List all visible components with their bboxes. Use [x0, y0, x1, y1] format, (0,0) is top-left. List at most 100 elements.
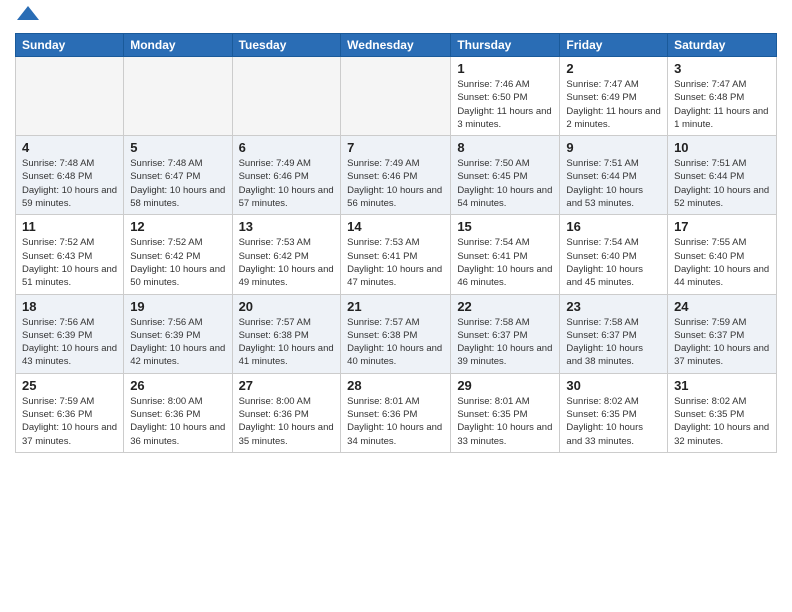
- calendar-page: SundayMondayTuesdayWednesdayThursdayFrid…: [0, 0, 792, 612]
- day-number: 27: [239, 378, 335, 393]
- day-info: Sunrise: 7:59 AM Sunset: 6:37 PM Dayligh…: [674, 316, 770, 369]
- calendar-cell: 8 Sunrise: 7:50 AM Sunset: 6:45 PM Daylig…: [451, 136, 560, 215]
- day-number: 28: [347, 378, 444, 393]
- day-info: Sunrise: 8:00 AM Sunset: 6:36 PM Dayligh…: [239, 395, 335, 448]
- day-number: 24: [674, 299, 770, 314]
- calendar-cell: 28 Sunrise: 8:01 AM Sunset: 6:36 PM Dayli…: [341, 373, 451, 452]
- day-info: Sunrise: 7:57 AM Sunset: 6:38 PM Dayligh…: [239, 316, 335, 369]
- day-number: 14: [347, 219, 444, 234]
- day-number: 12: [130, 219, 225, 234]
- day-number: 21: [347, 299, 444, 314]
- day-info: Sunrise: 8:02 AM Sunset: 6:35 PM Dayligh…: [674, 395, 770, 448]
- calendar-cell: [124, 57, 232, 136]
- calendar-cell: [341, 57, 451, 136]
- calendar-cell: 15Sunrise: 7:54 AM Sunset: 6:41 PM Dayli…: [451, 215, 560, 294]
- day-number: 3: [674, 61, 770, 76]
- calendar-week-row: 4Sunrise: 7:48 AM Sunset: 6:48 PM Daylig…: [16, 136, 777, 215]
- weekday-header-sunday: Sunday: [16, 34, 124, 57]
- weekday-header-wednesday: Wednesday: [341, 34, 451, 57]
- day-info: Sunrise: 8:00 AM Sunset: 6:36 PM Dayligh…: [130, 395, 225, 448]
- weekday-header-monday: Monday: [124, 34, 232, 57]
- day-info: Sunrise: 7:52 AM Sunset: 6:42 PM Dayligh…: [130, 236, 225, 289]
- calendar-week-row: 11 Sunrise: 7:52 AM Sunset: 6:43 PM Dayli…: [16, 215, 777, 294]
- day-number: 26: [130, 378, 225, 393]
- weekday-header-tuesday: Tuesday: [232, 34, 341, 57]
- day-info: Sunrise: 7:57 AM Sunset: 6:38 PM Dayligh…: [347, 316, 444, 369]
- calendar-cell: 26 Sunrise: 8:00 AM Sunset: 6:36 PM Dayli…: [124, 373, 232, 452]
- day-number: 19: [130, 299, 225, 314]
- day-number: 4: [22, 140, 117, 155]
- day-number: 5: [130, 140, 225, 155]
- calendar-cell: 17 Sunrise: 7:55 AM Sunset: 6:40 PM Dayli…: [668, 215, 777, 294]
- day-number: 8: [457, 140, 553, 155]
- day-number: 17: [674, 219, 770, 234]
- day-number: 1: [457, 61, 553, 76]
- calendar-cell: 31 Sunrise: 8:02 AM Sunset: 6:35 PM Dayli…: [668, 373, 777, 452]
- calendar-week-row: 1Sunrise: 7:46 AM Sunset: 6:50 PM Daylig…: [16, 57, 777, 136]
- day-info: Sunrise: 7:53 AM Sunset: 6:42 PM Dayligh…: [239, 236, 335, 289]
- calendar-cell: 13 Sunrise: 7:53 AM Sunset: 6:42 PM Dayli…: [232, 215, 341, 294]
- calendar-cell: 23 Sunrise: 7:58 AM Sunset: 6:37 PM Dayli…: [560, 294, 668, 373]
- day-info: Sunrise: 7:52 AM Sunset: 6:43 PM Dayligh…: [22, 236, 117, 289]
- day-info: Sunrise: 7:51 AM Sunset: 6:44 PM Dayligh…: [674, 157, 770, 210]
- day-info: Sunrise: 7:55 AM Sunset: 6:40 PM Dayligh…: [674, 236, 770, 289]
- day-number: 9: [566, 140, 661, 155]
- day-info: Sunrise: 7:54 AM Sunset: 6:41 PM Dayligh…: [457, 236, 553, 289]
- day-number: 23: [566, 299, 661, 314]
- day-number: 25: [22, 378, 117, 393]
- calendar-cell: 2 Sunrise: 7:47 AM Sunset: 6:49 PM Daylig…: [560, 57, 668, 136]
- day-info: Sunrise: 7:49 AM Sunset: 6:46 PM Dayligh…: [347, 157, 444, 210]
- calendar-week-row: 18Sunrise: 7:56 AM Sunset: 6:39 PM Dayli…: [16, 294, 777, 373]
- day-info: Sunrise: 7:49 AM Sunset: 6:46 PM Dayligh…: [239, 157, 335, 210]
- day-info: Sunrise: 8:01 AM Sunset: 6:36 PM Dayligh…: [347, 395, 444, 448]
- day-info: Sunrise: 7:54 AM Sunset: 6:40 PM Dayligh…: [566, 236, 661, 289]
- logo: [15, 10, 39, 25]
- day-info: Sunrise: 8:01 AM Sunset: 6:35 PM Dayligh…: [457, 395, 553, 448]
- day-number: 2: [566, 61, 661, 76]
- calendar-cell: 25 Sunrise: 7:59 AM Sunset: 6:36 PM Dayli…: [16, 373, 124, 452]
- calendar-week-row: 25 Sunrise: 7:59 AM Sunset: 6:36 PM Dayli…: [16, 373, 777, 452]
- calendar-cell: 4Sunrise: 7:48 AM Sunset: 6:48 PM Daylig…: [16, 136, 124, 215]
- weekday-header-saturday: Saturday: [668, 34, 777, 57]
- day-number: 7: [347, 140, 444, 155]
- calendar-cell: 11 Sunrise: 7:52 AM Sunset: 6:43 PM Dayli…: [16, 215, 124, 294]
- weekday-header-row: SundayMondayTuesdayWednesdayThursdayFrid…: [16, 34, 777, 57]
- day-info: Sunrise: 7:47 AM Sunset: 6:49 PM Dayligh…: [566, 78, 661, 131]
- calendar-cell: 12 Sunrise: 7:52 AM Sunset: 6:42 PM Dayli…: [124, 215, 232, 294]
- calendar-cell: 9 Sunrise: 7:51 AM Sunset: 6:44 PM Daylig…: [560, 136, 668, 215]
- day-number: 30: [566, 378, 661, 393]
- calendar-table: SundayMondayTuesdayWednesdayThursdayFrid…: [15, 33, 777, 453]
- day-number: 22: [457, 299, 553, 314]
- day-number: 6: [239, 140, 335, 155]
- calendar-cell: 10 Sunrise: 7:51 AM Sunset: 6:44 PM Dayli…: [668, 136, 777, 215]
- day-number: 11: [22, 219, 117, 234]
- day-info: Sunrise: 7:58 AM Sunset: 6:37 PM Dayligh…: [566, 316, 661, 369]
- day-info: Sunrise: 7:47 AM Sunset: 6:48 PM Dayligh…: [674, 78, 770, 131]
- calendar-cell: 27 Sunrise: 8:00 AM Sunset: 6:36 PM Dayli…: [232, 373, 341, 452]
- day-info: Sunrise: 7:59 AM Sunset: 6:36 PM Dayligh…: [22, 395, 117, 448]
- calendar-cell: 30 Sunrise: 8:02 AM Sunset: 6:35 PM Dayli…: [560, 373, 668, 452]
- calendar-cell: 22 Sunrise: 7:58 AM Sunset: 6:37 PM Dayli…: [451, 294, 560, 373]
- day-info: Sunrise: 7:51 AM Sunset: 6:44 PM Dayligh…: [566, 157, 661, 210]
- day-number: 16: [566, 219, 661, 234]
- day-number: 31: [674, 378, 770, 393]
- calendar-cell: [16, 57, 124, 136]
- day-info: Sunrise: 8:02 AM Sunset: 6:35 PM Dayligh…: [566, 395, 661, 448]
- day-info: Sunrise: 7:48 AM Sunset: 6:47 PM Dayligh…: [130, 157, 225, 210]
- calendar-cell: [232, 57, 341, 136]
- logo-icon: [17, 6, 39, 25]
- day-number: 20: [239, 299, 335, 314]
- calendar-cell: 29Sunrise: 8:01 AM Sunset: 6:35 PM Dayli…: [451, 373, 560, 452]
- calendar-cell: 7 Sunrise: 7:49 AM Sunset: 6:46 PM Daylig…: [341, 136, 451, 215]
- day-number: 18: [22, 299, 117, 314]
- calendar-cell: 16 Sunrise: 7:54 AM Sunset: 6:40 PM Dayli…: [560, 215, 668, 294]
- calendar-cell: 20 Sunrise: 7:57 AM Sunset: 6:38 PM Dayli…: [232, 294, 341, 373]
- day-number: 10: [674, 140, 770, 155]
- calendar-cell: 5 Sunrise: 7:48 AM Sunset: 6:47 PM Daylig…: [124, 136, 232, 215]
- weekday-header-friday: Friday: [560, 34, 668, 57]
- day-info: Sunrise: 7:50 AM Sunset: 6:45 PM Dayligh…: [457, 157, 553, 210]
- day-number: 13: [239, 219, 335, 234]
- calendar-cell: 21 Sunrise: 7:57 AM Sunset: 6:38 PM Dayli…: [341, 294, 451, 373]
- day-info: Sunrise: 7:58 AM Sunset: 6:37 PM Dayligh…: [457, 316, 553, 369]
- day-info: Sunrise: 7:53 AM Sunset: 6:41 PM Dayligh…: [347, 236, 444, 289]
